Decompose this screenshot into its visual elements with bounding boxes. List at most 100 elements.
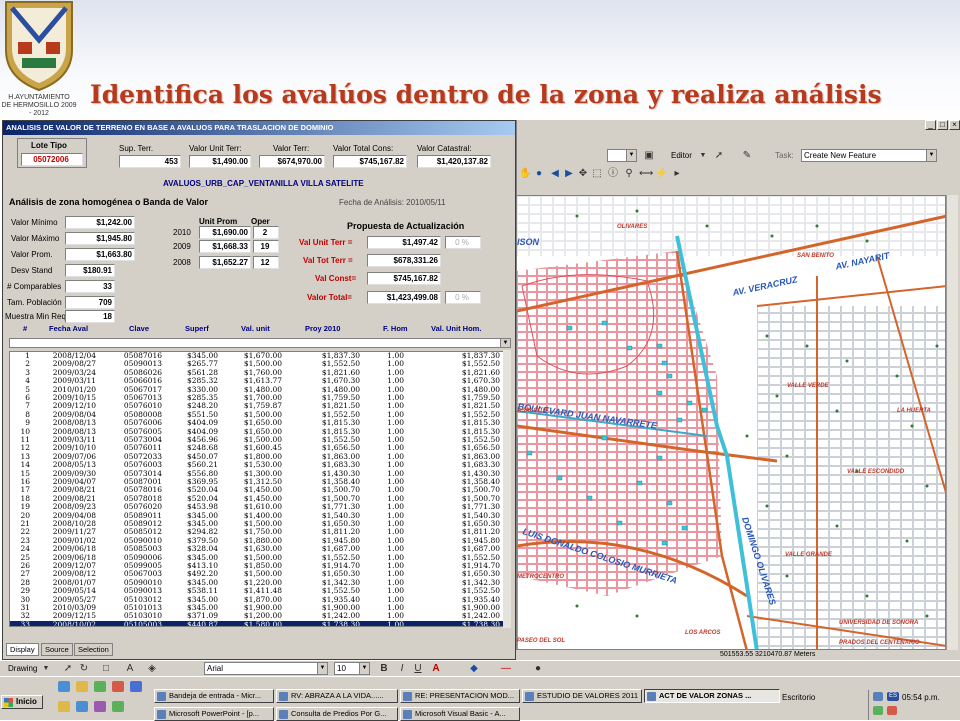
avaluos-grid[interactable]: 1 2008/12/04 05087016 $345.00 $1,670.00 $1,83…: [9, 351, 511, 627]
lote-tipo-field[interactable]: 05072006: [21, 153, 83, 166]
task-estudio[interactable]: ESTUDIO DE VALORES 2011: [522, 689, 642, 703]
hand-icon[interactable]: ✋: [519, 168, 531, 180]
valor-terr-field[interactable]: $674,970.00: [259, 155, 325, 168]
col-header[interactable]: Fecha Aval: [49, 324, 88, 333]
pencil-icon[interactable]: ✎: [741, 150, 753, 162]
quicklaunch-icon[interactable]: [58, 701, 70, 712]
col-header[interactable]: Superf: [185, 324, 209, 333]
back-arrow-icon[interactable]: ◀: [549, 168, 561, 180]
font-combo[interactable]: Arial ▼: [204, 662, 328, 675]
col-header[interactable]: F. Hom: [383, 324, 408, 333]
col-header[interactable]: Clave: [129, 324, 149, 333]
select-icon[interactable]: ⬚: [591, 168, 603, 180]
map-view[interactable]: ISON AV. NAYARIT AV. VERACRUZ BOULEVARD …: [516, 195, 946, 650]
underline-button[interactable]: U: [412, 663, 424, 675]
line-color-icon[interactable]: —: [500, 663, 512, 675]
unit-prom-2009-field[interactable]: $1,668.33: [199, 240, 251, 253]
task-abraza[interactable]: RV: ABRAZA A LA VIDA......: [276, 689, 398, 703]
col-header[interactable]: #: [23, 324, 27, 333]
quicklaunch-icon[interactable]: [112, 681, 124, 692]
close-button[interactable]: ×: [949, 120, 960, 130]
globe-icon[interactable]: ●: [533, 168, 545, 180]
quicklaunch-icon[interactable]: [76, 701, 88, 712]
muestra-min-field[interactable]: 18: [65, 310, 115, 323]
valor-total-field[interactable]: $1,423,499.08: [367, 291, 441, 304]
task-consulta[interactable]: Consulta de Predios Por G...: [276, 707, 398, 721]
oper-2010-field[interactable]: 2: [253, 226, 279, 239]
text-tool-icon[interactable]: A: [124, 663, 136, 675]
minimize-button[interactable]: _: [925, 120, 936, 130]
rotate-icon[interactable]: ↻: [78, 663, 90, 675]
comparables-field[interactable]: 33: [65, 280, 115, 293]
editor-menu[interactable]: Editor: [671, 151, 692, 160]
valor-unit-terr-field[interactable]: $1,490.00: [189, 155, 251, 168]
task-presentacion[interactable]: RE: PRESENTACION MOD...: [400, 689, 520, 703]
antivirus-icon[interactable]: [873, 706, 883, 715]
valor-minimo-field[interactable]: $1,242.00: [65, 216, 135, 229]
quicklaunch-icon[interactable]: [76, 681, 88, 692]
quicklaunch-icon[interactable]: [94, 681, 106, 692]
valor-total-cons-field[interactable]: $745,167.82: [333, 155, 407, 168]
oper-2008-field[interactable]: 12: [253, 256, 279, 269]
grid-filter-combo[interactable]: ▼: [9, 338, 511, 348]
task-powerpoint[interactable]: Microsoft PowerPoint - [p...: [154, 707, 274, 721]
sup-terr-field[interactable]: 453: [119, 155, 181, 168]
rectangle-icon[interactable]: □: [100, 663, 112, 675]
tam-poblacion-field[interactable]: 709: [65, 296, 115, 309]
table-row[interactable]: 33 2008/10/02 05105003 $440.87 $1,580.00 $1,7…: [10, 620, 510, 626]
grid-scrollbar[interactable]: [503, 350, 511, 628]
task-bandeja[interactable]: Bandeja de entrada - Micr...: [154, 689, 274, 703]
desv-stand-field[interactable]: $180.91: [65, 264, 115, 277]
drawing-dropdown-icon[interactable]: ▼: [40, 663, 52, 675]
unit-prom-2010-field[interactable]: $1,690.00: [199, 226, 251, 239]
task-visual-basic[interactable]: Microsoft Visual Basic - A...: [400, 707, 520, 721]
quicklaunch-icon[interactable]: [58, 681, 70, 692]
network-icon[interactable]: [873, 692, 883, 701]
pan-icon[interactable]: ✥: [577, 168, 589, 180]
valor-catastral-field[interactable]: $1,420,137.82: [417, 155, 491, 168]
identify-icon[interactable]: ⓘ: [607, 168, 619, 180]
sketch-tool-icon[interactable]: ➚: [713, 150, 725, 162]
map-tool-icon[interactable]: ▣: [643, 150, 655, 162]
map-vertical-scrollbar[interactable]: [946, 195, 958, 650]
language-indicator[interactable]: ES: [887, 692, 899, 701]
val-unit-terr-pct[interactable]: 0 %: [445, 236, 481, 249]
valor-prom-field[interactable]: $1,663.80: [65, 248, 135, 261]
task-combo[interactable]: Create New Feature ▼: [801, 149, 937, 162]
col-header[interactable]: Val. Unit Hom.: [431, 324, 481, 333]
valor-total-pct[interactable]: 0 %: [445, 291, 481, 304]
font-color-button[interactable]: A: [430, 663, 442, 675]
tab-source[interactable]: Source: [41, 643, 73, 656]
find-icon[interactable]: ⚲: [623, 168, 635, 180]
col-header[interactable]: Proy 2010: [305, 324, 340, 333]
italic-button[interactable]: I: [396, 663, 408, 675]
desktop-label[interactable]: Escritorio: [782, 693, 815, 702]
task-act-valor[interactable]: ACT DE VALOR ZONAS ...: [644, 689, 780, 703]
fill-color-icon[interactable]: ◆: [468, 663, 480, 675]
select-arrow-icon[interactable]: ➚: [62, 663, 74, 675]
val-unit-terr-field[interactable]: $1,497.42: [367, 236, 441, 249]
hyperlink-icon[interactable]: ⚡: [655, 168, 667, 180]
quicklaunch-icon[interactable]: [94, 701, 106, 712]
drawing-menu[interactable]: Drawing: [8, 664, 37, 673]
val-tot-terr-field[interactable]: $678,331.26: [367, 254, 441, 267]
quicklaunch-icon[interactable]: [112, 701, 124, 712]
tray-icon[interactable]: [887, 706, 897, 715]
marker-color-icon[interactable]: ●: [532, 663, 544, 675]
font-size-combo[interactable]: 10 ▼: [334, 662, 370, 675]
maximize-button[interactable]: □: [937, 120, 948, 130]
measure-icon[interactable]: ⟷: [639, 168, 653, 180]
layer-combo[interactable]: ▼: [607, 149, 637, 162]
valor-maximo-field[interactable]: $1,945.80: [65, 232, 135, 245]
editor-dropdown-icon[interactable]: ▼: [697, 150, 709, 162]
tool-icon[interactable]: ▸: [671, 168, 683, 180]
edit-vertices-icon[interactable]: ◈: [146, 663, 158, 675]
quicklaunch-icon[interactable]: [130, 681, 142, 692]
unit-prom-2008-field[interactable]: $1,652.27: [199, 256, 251, 269]
col-header[interactable]: Val. unit: [241, 324, 270, 333]
val-const-field[interactable]: $745,167.82: [367, 272, 441, 285]
tab-selection[interactable]: Selection: [74, 643, 113, 656]
forward-arrow-icon[interactable]: ▶: [563, 168, 575, 180]
start-button[interactable]: Inicio: [1, 695, 43, 709]
oper-2009-field[interactable]: 19: [253, 240, 279, 253]
